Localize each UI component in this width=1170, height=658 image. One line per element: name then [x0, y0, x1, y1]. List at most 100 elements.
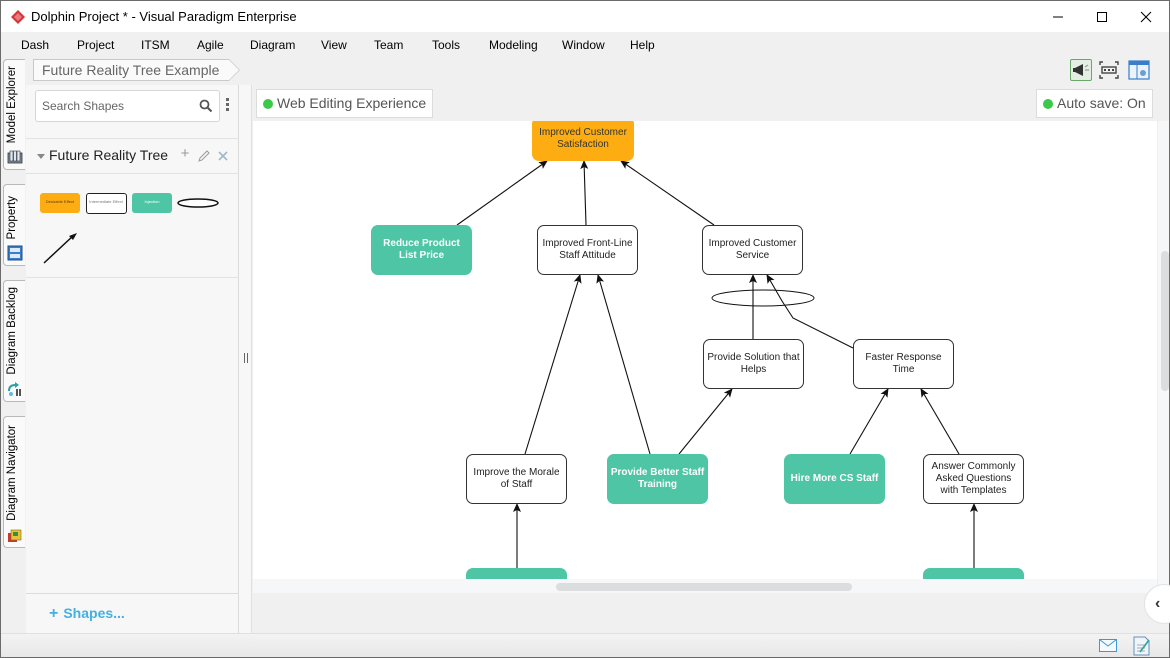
chevron-left-icon: ‹	[1155, 595, 1161, 612]
status-dot-icon	[263, 99, 273, 109]
edge-pbst-to-psth[interactable]	[678, 388, 733, 455]
edge-imos-to-iflsa[interactable]	[524, 274, 582, 455]
node-label: Improve the Morale of Staff	[473, 467, 560, 490]
menu-project[interactable]: Project	[77, 38, 114, 52]
edge-frt-to-icsv[interactable]	[766, 274, 854, 349]
megaphone-icon	[1073, 64, 1089, 76]
more-shapes-link[interactable]: + Shapes...	[49, 605, 125, 623]
panel-splitter[interactable]	[239, 85, 252, 633]
search-icon[interactable]	[199, 99, 213, 113]
diagram-canvas[interactable]: Improved Customer Satisfaction Reduce Pro…	[253, 121, 1157, 581]
add-icon[interactable]: +	[178, 146, 192, 161]
edge-acaq-to-frt[interactable]	[920, 388, 960, 455]
tab-property[interactable]: Property	[3, 184, 25, 266]
layout-panel-button[interactable]	[1128, 59, 1150, 81]
tab-diagram-navigator[interactable]: Diagram Navigator	[3, 416, 25, 548]
menu-help[interactable]: Help	[630, 38, 655, 52]
visual-paradigm-logo-icon	[11, 10, 25, 24]
menu-modeling[interactable]: Modeling	[489, 38, 538, 52]
minimize-icon	[1053, 16, 1063, 17]
node-label: Provide Solution that Helps	[707, 352, 800, 375]
search-shapes-input[interactable]	[42, 98, 192, 114]
shape-desirable-effect[interactable]: Desirable Effect	[40, 193, 80, 213]
edge-hmcs-to-frt[interactable]	[849, 388, 889, 455]
node-label: Provide Better Staff Training	[610, 467, 705, 490]
node-frt[interactable]: Faster Response Time	[853, 339, 954, 389]
tab-label: Property	[6, 195, 18, 239]
node-ics[interactable]: Improved Customer Satisfaction	[532, 121, 634, 161]
node-label: Hire More CS Staff	[790, 473, 879, 484]
shape-group-header[interactable]: Future Reality Tree +	[26, 139, 239, 173]
menu-bar: Dash Project ITSM Agile Diagram View Tea…	[1, 32, 1169, 56]
tab-model-explorer[interactable]: Model Explorer	[3, 59, 25, 170]
edge-icsv-to-ics[interactable]	[620, 160, 715, 226]
edge-rplp-to-ics[interactable]	[456, 160, 548, 226]
maximize-icon	[1097, 11, 1107, 22]
breadcrumb[interactable]: Future Reality Tree Example	[33, 59, 241, 81]
node-label: Improved Customer Service	[708, 238, 797, 261]
and-connector-ellipse[interactable]	[711, 289, 815, 307]
node-psth[interactable]: Provide Solution that Helps	[703, 339, 804, 389]
node-acaq[interactable]: Answer Commonly Asked Questions with Tem…	[923, 454, 1024, 504]
edit-pencil-icon[interactable]	[197, 149, 211, 163]
menu-team[interactable]: Team	[374, 38, 403, 52]
shape-intermediate-effect[interactable]: Intermediate Effect	[86, 193, 127, 214]
node-imos[interactable]: Improve the Morale of Staff	[466, 454, 567, 504]
tab-label: Diagram Navigator	[6, 425, 18, 521]
shape-arrow[interactable]	[42, 231, 80, 265]
menu-window[interactable]: Window	[562, 38, 605, 52]
shape-ellipse[interactable]	[177, 197, 219, 209]
splitter-grip-icon[interactable]	[244, 353, 248, 363]
diagram-backlog-icon	[8, 382, 21, 396]
web-editing-label: Web Editing Experience	[277, 95, 427, 111]
panel-layout-icon	[1128, 60, 1150, 80]
menu-dash[interactable]: Dash	[21, 38, 49, 52]
fit-window-icon	[1099, 61, 1119, 79]
menu-agile[interactable]: Agile	[197, 38, 224, 52]
vertical-scroll-thumb[interactable]	[1161, 251, 1169, 391]
node-label: Faster Response Time	[865, 352, 942, 375]
tab-diagram-backlog[interactable]: Diagram Backlog	[3, 280, 25, 402]
shape-label: Intermediate Effect	[89, 199, 123, 204]
plus-icon: +	[49, 605, 59, 622]
edge-iflsa-to-ics[interactable]	[580, 160, 589, 226]
web-editing-badge[interactable]: Web Editing Experience	[256, 89, 434, 118]
app-window: Dolphin Project * - Visual Paradigm Ente…	[0, 0, 1170, 658]
search-shapes-box	[35, 90, 220, 122]
shape-injection[interactable]: Injection	[132, 193, 172, 213]
horizontal-scroll-thumb[interactable]	[556, 583, 852, 591]
shape-label: Injection	[144, 199, 160, 204]
node-label: Improved Front-Line Staff Attitude	[542, 238, 633, 261]
maximize-button[interactable]	[1079, 1, 1125, 32]
horizontal-scrollbar[interactable]	[253, 579, 1157, 593]
node-iflsa[interactable]: Improved Front-Line Staff Attitude	[537, 225, 638, 275]
menu-view[interactable]: View	[321, 38, 347, 52]
remove-icon[interactable]	[216, 149, 230, 163]
breadcrumb-diagram-name: Future Reality Tree Example	[42, 62, 220, 78]
collapse-arrow-icon[interactable]	[37, 154, 45, 159]
mail-icon[interactable]	[1099, 639, 1117, 652]
tab-label: Model Explorer	[6, 65, 18, 143]
node-hmcs[interactable]: Hire More CS Staff	[784, 454, 885, 504]
tab-label: Diagram Backlog	[6, 287, 18, 375]
close-button[interactable]	[1123, 1, 1169, 32]
node-icsv[interactable]: Improved Customer Service	[702, 225, 803, 275]
diagram-area: Web Editing Experience Auto save: On Imp…	[253, 85, 1157, 593]
palette-more-options-button[interactable]	[225, 98, 231, 114]
vertical-scrollbar[interactable]	[1157, 121, 1169, 593]
node-pbst[interactable]: Provide Better Staff Training	[607, 454, 708, 504]
menu-tools[interactable]: Tools	[432, 38, 460, 52]
model-explorer-icon	[7, 150, 23, 164]
node-rplp[interactable]: Reduce Product List Price	[371, 225, 472, 275]
fit-to-window-button[interactable]	[1098, 59, 1120, 81]
announcement-button[interactable]	[1070, 59, 1092, 81]
menu-diagram[interactable]: Diagram	[250, 38, 295, 52]
collapse-panel-button[interactable]: ‹	[1144, 584, 1170, 624]
menu-itsm[interactable]: ITSM	[141, 38, 170, 52]
notes-icon[interactable]	[1133, 636, 1151, 656]
minimize-button[interactable]	[1035, 1, 1081, 32]
node-label: Answer Commonly Asked Questions with Tem…	[931, 461, 1016, 496]
edge-pbst-to-iflsa[interactable]	[596, 274, 651, 455]
status-bar	[1, 633, 1169, 657]
autosave-badge[interactable]: Auto save: On	[1036, 89, 1153, 118]
